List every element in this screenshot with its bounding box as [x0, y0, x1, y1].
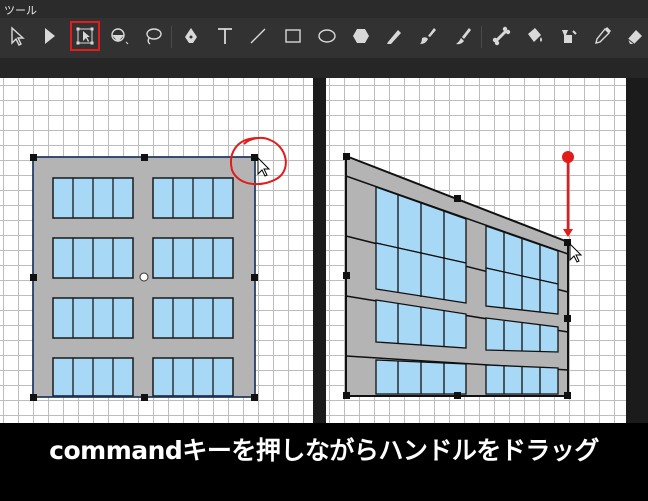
- pencil-tool-icon[interactable]: [379, 21, 409, 51]
- building-after: [343, 151, 583, 399]
- building-before: [30, 136, 287, 401]
- caption-text: commandキーを押しながらハンドルをドラッグ: [49, 436, 599, 465]
- bone-tool-icon[interactable]: [486, 21, 516, 51]
- polygon-tool-icon[interactable]: [346, 21, 376, 51]
- blob-brush-tool-icon[interactable]: [412, 21, 442, 51]
- drag-arrowhead: [563, 229, 573, 237]
- eraser-tool-icon[interactable]: [620, 21, 648, 51]
- rectangle-tool-icon[interactable]: [278, 21, 308, 51]
- ink-bottle-tool-icon[interactable]: [553, 21, 583, 51]
- pen-tool-icon[interactable]: [176, 21, 206, 51]
- paintbrush-tool-icon[interactable]: [448, 21, 478, 51]
- eyedropper-tool-icon[interactable]: [587, 21, 617, 51]
- canvas-top-margin: [0, 58, 648, 78]
- line-tool-icon[interactable]: [243, 21, 273, 51]
- toolbar: [0, 18, 648, 59]
- ellipse-tool-icon[interactable]: [312, 21, 342, 51]
- drag-start-marker: [562, 151, 574, 163]
- toolbar-separator: [481, 26, 482, 48]
- selection-tool-icon[interactable]: [2, 21, 32, 51]
- tools-panel-title: ツール: [4, 4, 37, 17]
- cursor-icon: [569, 242, 583, 263]
- canvas-before[interactable]: [0, 78, 313, 423]
- toolbar-separator: [171, 26, 172, 48]
- type-tool-icon[interactable]: [210, 21, 240, 51]
- direct-selection-tool-icon[interactable]: [34, 21, 64, 51]
- canvas-after[interactable]: [326, 78, 626, 423]
- shape-builder-tool-icon[interactable]: [104, 21, 134, 51]
- free-transform-tool-icon[interactable]: [70, 21, 100, 51]
- paint-bucket-tool-icon[interactable]: [520, 21, 550, 51]
- tools-panel-header: ツール: [0, 0, 648, 18]
- cursor-icon: [257, 156, 271, 177]
- transform-center-point[interactable]: [139, 272, 149, 282]
- lasso-tool-icon[interactable]: [138, 21, 168, 51]
